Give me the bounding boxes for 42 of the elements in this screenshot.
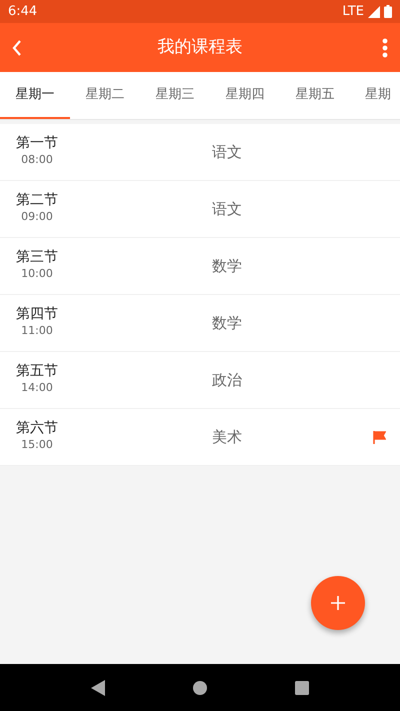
back-icon[interactable] [12,40,22,56]
time-label: 15:00 [21,437,53,454]
period-label: 第五节 [16,363,58,380]
home-nav-icon[interactable] [192,680,208,696]
add-button[interactable] [311,576,365,630]
day-tab[interactable]: 星期一 [0,72,70,119]
subject-label: 语文 [212,198,242,220]
time-label: 08:00 [21,152,53,168]
period-label: 第三节 [16,249,58,266]
time-label: 10:00 [21,266,53,282]
time-label: 11:00 [21,323,53,340]
subject-label: 数学 [212,256,242,277]
day-tab[interactable]: 星期 [350,72,400,119]
period-label: 第二节 [16,192,58,210]
time-label: 09:00 [21,209,53,226]
lesson-row[interactable]: 第二节 09:00 语文 [0,181,400,238]
period-label: 第六节 [16,420,58,438]
subject-label: 美术 [212,426,242,448]
plus-icon [331,596,345,610]
period-label: 第一节 [16,135,58,152]
lesson-row[interactable]: 第四节 11:00 数学 [0,295,400,352]
status-time: 6:44 [8,2,38,21]
period-label: 第四节 [16,306,58,324]
signal-icon [368,6,380,18]
lesson-row[interactable]: 第一节 08:00 语文 [0,124,400,181]
back-nav-icon[interactable] [91,680,106,696]
battery-icon [384,5,392,18]
time-label: 14:00 [21,380,53,396]
network-label: LTE [342,2,364,21]
recents-nav-icon[interactable] [294,680,309,694]
more-menu-icon[interactable] [382,38,388,58]
day-tab[interactable]: 星期四 [210,72,280,119]
day-tab[interactable]: 星期五 [280,72,350,119]
lesson-row[interactable]: 第五节 14:00 政治 [0,352,400,409]
day-tab[interactable]: 星期二 [70,72,140,119]
subject-label: 语文 [212,142,242,163]
screen-title: 我的课程表 [158,36,242,59]
lesson-row[interactable]: 第六节 15:00 美术 [0,409,400,466]
subject-label: 数学 [212,312,242,334]
day-tab[interactable]: 星期三 [140,72,210,119]
subject-label: 政治 [212,370,242,391]
lesson-row[interactable]: 第三节 10:00 数学 [0,238,400,295]
